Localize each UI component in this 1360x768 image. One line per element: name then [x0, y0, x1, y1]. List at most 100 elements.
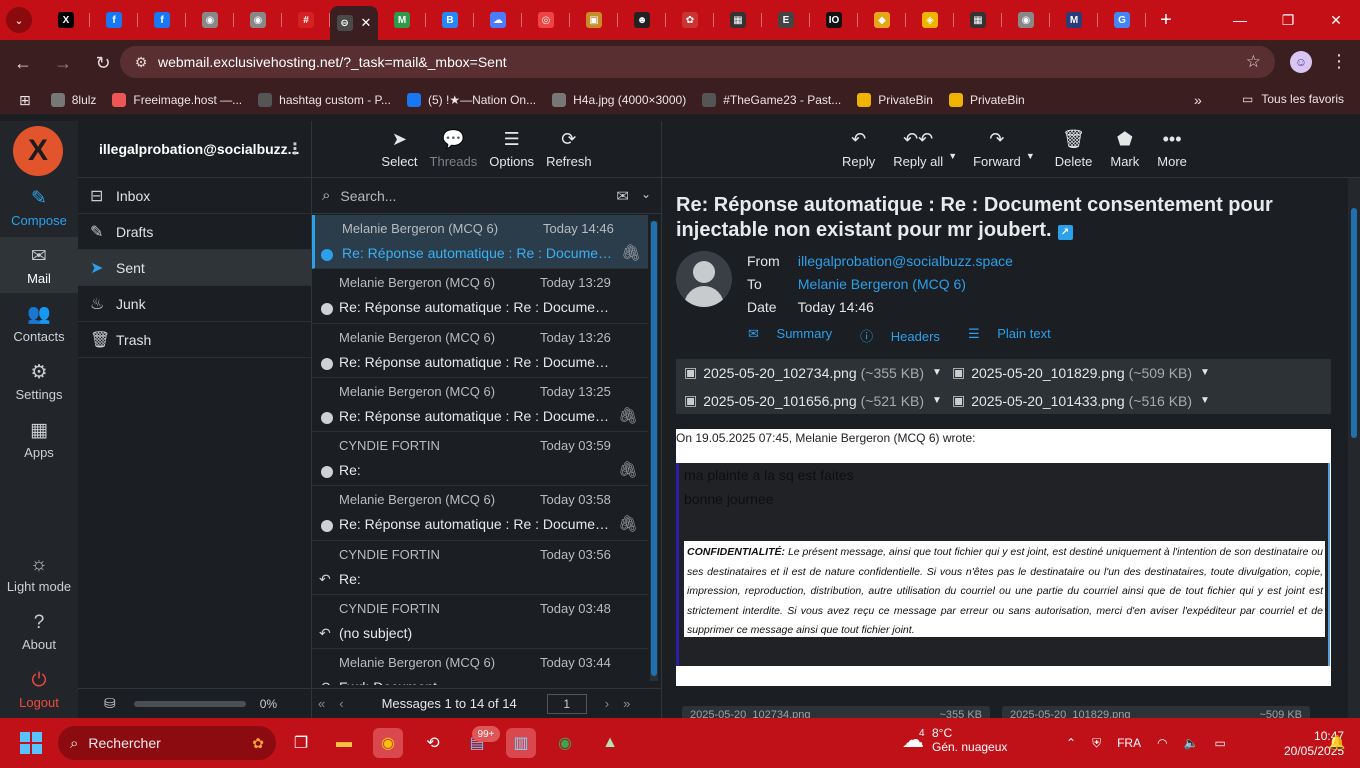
message-row[interactable]: Melanie Bergeron (MCQ 6) Today 13:25 Re: R…: [312, 378, 648, 433]
minimize-icon[interactable]: —: [1216, 0, 1264, 40]
profile-avatar[interactable]: ☺: [1290, 51, 1312, 73]
weather-widget[interactable]: ☁ 4 8°C Gén. nuageux: [902, 726, 1007, 754]
volume-icon[interactable]: 🔈: [1184, 736, 1199, 750]
notepad-icon[interactable]: ▥: [506, 728, 536, 758]
reload-button[interactable]: ↻: [86, 46, 120, 80]
forward-dropdown-icon[interactable]: ▼: [1026, 151, 1035, 161]
chrome-profile-icon[interactable]: ◉: [373, 728, 403, 758]
browser-tab[interactable]: ◉: [234, 4, 282, 36]
attachment-menu-icon[interactable]: ▼: [932, 367, 942, 378]
folder-junk[interactable]: ♨ Junk: [78, 286, 311, 322]
unread-status-dot[interactable]: [321, 466, 333, 479]
attachment-item[interactable]: ▣ 2025-05-20_101829.png (~509 KB) ▼: [952, 364, 1210, 381]
folder-sent[interactable]: ➤ Sent: [78, 250, 311, 286]
bookmark-item[interactable]: PrivateBin: [857, 93, 933, 107]
browser-tab[interactable]: f: [90, 4, 138, 36]
headers-link[interactable]: ⓘ Headers: [860, 326, 954, 345]
site-settings-icon[interactable]: ⚙: [126, 54, 156, 71]
nav-about[interactable]: ? About: [0, 604, 78, 660]
last-page-icon[interactable]: »: [623, 696, 630, 711]
list-scrollbar[interactable]: [650, 221, 658, 681]
attachment-menu-icon[interactable]: ▼: [1200, 367, 1210, 378]
browser-menu-icon[interactable]: ⋮: [1330, 51, 1348, 72]
taskbar-search[interactable]: ⌕ Rechercher ✿: [58, 726, 276, 760]
browser-tab[interactable]: M: [1050, 4, 1098, 36]
chevron-down-icon[interactable]: ⌄: [641, 187, 651, 201]
browser-tab[interactable]: B: [426, 4, 474, 36]
bookmark-item[interactable]: Freeimage.host —...: [112, 93, 242, 107]
page-number-input[interactable]: 1: [546, 693, 587, 714]
account-menu-icon[interactable]: ⋮: [287, 139, 303, 159]
more-button[interactable]: ••• More: [1157, 129, 1187, 169]
list-scrollbar-thumb[interactable]: [651, 221, 657, 676]
bookmark-item[interactable]: (5) !★—Nation On...: [406, 93, 536, 107]
message-row[interactable]: Melanie Bergeron (MCQ 6) Today 13:29 Re: R…: [312, 269, 648, 324]
browser-tab[interactable]: ☻: [618, 4, 666, 36]
message-row[interactable]: CYNDIE FORTIN Today 03:59 Re: 🖇: [312, 432, 648, 487]
refresh-button[interactable]: ⟳ Refresh: [540, 121, 598, 177]
browser-tab[interactable]: ◉: [186, 4, 234, 36]
browser-tab[interactable]: G: [1098, 4, 1146, 36]
delete-button[interactable]: 🗑 Delete: [1055, 129, 1093, 169]
bookmark-item[interactable]: hashtag custom - P...: [258, 93, 391, 107]
forward-button[interactable]: ↷ Forward ▼: [973, 129, 1035, 169]
browser-tab[interactable]: X: [42, 4, 90, 36]
nav-apps[interactable]: ▦ Apps: [0, 411, 78, 467]
browser-tab[interactable]: #: [282, 4, 330, 36]
message-row[interactable]: Melanie Bergeron (MCQ 6) Today 13:26 Re: R…: [312, 324, 648, 378]
browser-tab[interactable]: ◎: [522, 4, 570, 36]
attachment-preview-tile[interactable]: 2025-05-20_101829.png ~509 KB: [1002, 706, 1310, 718]
browser-tab[interactable]: f: [138, 4, 186, 36]
search-input[interactable]: [340, 187, 581, 204]
notification-bell-icon[interactable]: 🔔: [1328, 734, 1345, 751]
attachment-item[interactable]: ▣ 2025-05-20_101656.png (~521 KB) ▼: [684, 392, 942, 409]
reply-all-dropdown-icon[interactable]: ▼: [948, 151, 957, 161]
url-text[interactable]: webmail.exclusivehosting.net/?_task=mail…: [158, 54, 507, 70]
reader-scrollbar-thumb[interactable]: [1351, 208, 1357, 438]
bookmark-item[interactable]: 8lulz: [50, 93, 96, 107]
task-view-icon[interactable]: ❐: [286, 728, 316, 758]
close-window-icon[interactable]: ✕: [1312, 0, 1360, 40]
nav-light-mode[interactable]: ☼ Light mode: [0, 546, 78, 602]
message-row[interactable]: Melanie Bergeron (MCQ 6) Today 03:58 Re: R…: [312, 486, 648, 541]
attachment-item[interactable]: ▣ 2025-05-20_102734.png (~355 KB) ▼: [684, 364, 942, 381]
sync-app-icon[interactable]: ⟲: [418, 728, 448, 758]
bookmark-item[interactable]: PrivateBin: [948, 93, 1025, 107]
browser-tab[interactable]: ⊖ ✕: [330, 6, 378, 40]
bookmark-item[interactable]: H4a.jpg (4000×3000): [552, 93, 686, 107]
reply-all-button[interactable]: ↶↶ Reply all ▼: [893, 129, 957, 169]
to-address[interactable]: Melanie Bergeron (MCQ 6): [798, 276, 966, 292]
nav-compose[interactable]: ✎ Compose: [0, 179, 78, 235]
file-explorer-icon[interactable]: ▬: [329, 728, 359, 758]
new-tab-button[interactable]: +: [1152, 6, 1180, 34]
bookmark-star-icon[interactable]: ☆: [1246, 52, 1261, 72]
browser-tab[interactable]: M: [378, 4, 426, 36]
folder-trash[interactable]: 🗑 Trash: [78, 322, 311, 358]
chevron-up-icon[interactable]: ⌃: [1066, 736, 1076, 750]
message-row[interactable]: Melanie Bergeron (MCQ 6) Today 03:44 ↶ Fwd:…: [312, 649, 648, 685]
windows-start-button[interactable]: [20, 732, 42, 754]
attachment-preview-tile[interactable]: 2025-05-20_102734.png ~355 KB: [682, 706, 990, 718]
envelope-icon[interactable]: ✉: [616, 187, 629, 205]
next-page-icon[interactable]: ›: [605, 696, 609, 711]
wifi-icon[interactable]: ◠: [1157, 736, 1167, 750]
browser-tab[interactable]: ▦: [954, 4, 1002, 36]
unread-status-dot[interactable]: [321, 357, 333, 370]
restore-icon[interactable]: ❐: [1264, 0, 1312, 40]
more-bookmarks-icon[interactable]: »: [1194, 92, 1202, 108]
address-bar[interactable]: ⚙ webmail.exclusivehosting.net/?_task=ma…: [120, 46, 1275, 78]
message-row[interactable]: CYNDIE FORTIN Today 03:56 ↶ Re:: [312, 541, 648, 596]
back-button[interactable]: ←: [6, 46, 40, 80]
tab-search-button[interactable]: ⌄: [6, 7, 32, 33]
reply-button[interactable]: ↶ Reply: [842, 129, 875, 169]
browser-tab[interactable]: E: [762, 4, 810, 36]
browser-tab[interactable]: IO: [810, 4, 858, 36]
previous-page-icon[interactable]: ‹: [339, 696, 343, 711]
bookmark-item[interactable]: #TheGame23 - Past...: [702, 93, 841, 107]
attachment-menu-icon[interactable]: ▼: [932, 395, 942, 406]
options-button[interactable]: ☰ Options: [483, 121, 540, 177]
reader-scrollbar[interactable]: [1348, 178, 1360, 718]
chrome-icon[interactable]: ◉: [550, 728, 580, 758]
attachment-menu-icon[interactable]: ▼: [1200, 395, 1210, 406]
browser-tab[interactable]: ◆: [858, 4, 906, 36]
